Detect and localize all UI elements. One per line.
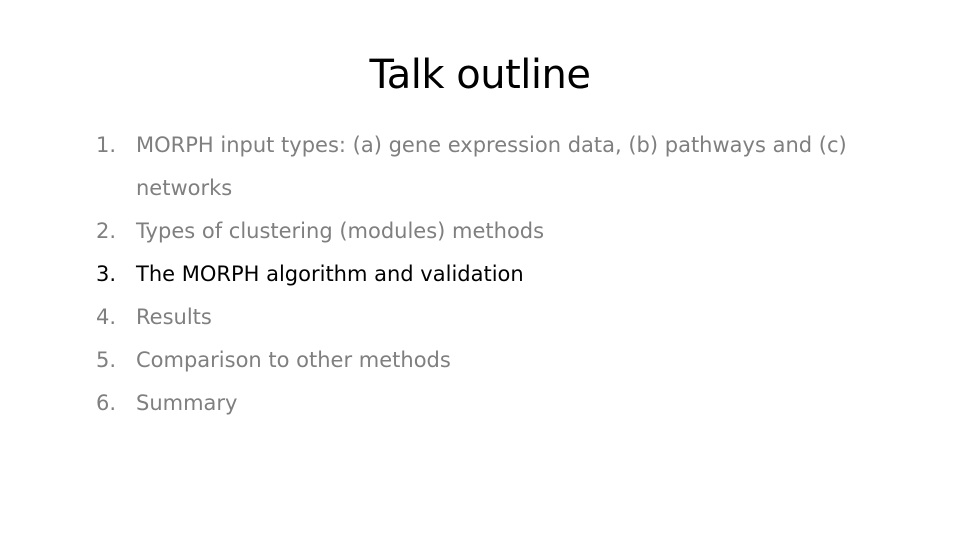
item-number: 6. — [96, 391, 117, 415]
item-text: Types of clustering (modules) methods — [136, 219, 545, 243]
outline-item: 2. Types of clustering (modules) methods — [96, 210, 896, 253]
item-number: 5. — [96, 348, 117, 372]
outline-item: 3. The MORPH algorithm and validation — [96, 253, 896, 296]
item-number: 2. — [96, 219, 117, 243]
item-text: Summary — [136, 391, 238, 415]
item-text: Comparison to other methods — [136, 348, 451, 372]
outline-list: 1. MORPH input types: (a) gene expressio… — [96, 124, 896, 425]
item-text: The MORPH algorithm and validation — [136, 262, 524, 286]
item-number: 4. — [96, 305, 117, 329]
item-number: 3. — [96, 262, 117, 286]
outline-item: 6. Summary — [96, 382, 896, 425]
item-number: 1. — [96, 133, 117, 157]
outline-item: 5. Comparison to other methods — [96, 339, 896, 382]
item-text: Results — [136, 305, 212, 329]
outline-item: 1. MORPH input types: (a) gene expressio… — [96, 124, 896, 210]
item-text: MORPH input types: (a) gene expression d… — [136, 133, 847, 200]
outline-item: 4. Results — [96, 296, 896, 339]
slide-title: Talk outline — [369, 52, 591, 98]
